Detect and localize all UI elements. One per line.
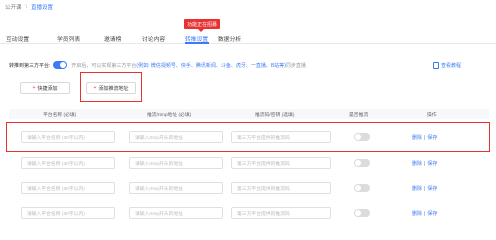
row-actions: 删除 | 保存 [412, 160, 437, 167]
save-link[interactable]: 保存 [427, 211, 437, 217]
stream-key-input[interactable]: 第三方平台提供的推流码 [231, 157, 331, 169]
action-divider: | [424, 161, 426, 167]
delete-link[interactable]: 删除 [412, 186, 422, 192]
table-header: 平台名称 (必填) 推流/rtmp地址 (必填) 推流码/密钥 (选填) 是否推… [9, 109, 489, 119]
stream-key-input[interactable]: 第三方平台提供的推流码 [231, 182, 331, 194]
rtmp-address-input[interactable]: 请输入rtmp开头的地址 [129, 207, 223, 219]
tab-discussion[interactable]: 讨论内容 [142, 34, 165, 43]
quick-add-button[interactable]: + 快捷添加 [20, 82, 70, 94]
delete-link[interactable]: 删除 [412, 211, 422, 217]
tab-interaction[interactable]: 互动设置 [6, 34, 29, 43]
delete-link[interactable]: 删除 [412, 161, 422, 167]
table-row: 请输入平台名称 (30字以内) 请输入rtmp开头的地址 第三方平台提供的推流码… [9, 152, 489, 174]
platform-name-input[interactable]: 请输入平台名称 (30字以内) [21, 157, 115, 169]
save-link[interactable]: 保存 [427, 161, 437, 167]
stream-key-input[interactable]: 第三方平台提供的推流码 [231, 207, 331, 219]
table-row: 请输入平台名称 (30字以内) 请输入rtmp开头的地址 第三方平台提供的推流码… [9, 177, 489, 199]
active-tab-indicator [185, 42, 209, 44]
push-toggle[interactable] [354, 159, 370, 167]
header-stream-key: 推流码/密钥 (选填) [255, 113, 295, 118]
restream-platform-list: (例如: 微信视频号、快手、腾讯新闻、斗鱼、虎牙、一直播、B站等) [136, 62, 286, 69]
restream-hint-prefix: 开启后，可以实现第三方平台 [71, 62, 137, 69]
view-tutorial-link[interactable]: 查看教程 [433, 61, 462, 69]
platform-name-input[interactable]: 请输入平台名称 (30字以内) [21, 182, 115, 194]
restream-label: 转推到第三方平台: [9, 62, 51, 69]
row-actions: 删除 | 保存 [412, 185, 437, 192]
table-row: 请输入平台名称 (30字以内) 请输入rtmp开头的地址 第三方平台提供的推流码… [9, 202, 489, 224]
breadcrumb-separator: \ [25, 4, 28, 10]
header-push-status: 是否推流 [349, 113, 369, 118]
platform-name-input[interactable]: 请输入平台名称 (30字以内) [21, 207, 115, 219]
action-divider: | [424, 186, 426, 192]
document-icon [433, 61, 439, 69]
recruiting-badge: 功能正在招募 [184, 19, 220, 32]
save-link[interactable]: 保存 [427, 186, 437, 192]
quick-add-label: 快捷添加 [37, 85, 58, 92]
breadcrumb: 公开课 \ 直播设置 [5, 2, 53, 12]
row-actions: 删除 | 保存 [412, 210, 437, 217]
header-platform-name: 平台名称 (必填) [43, 113, 77, 118]
push-toggle[interactable] [354, 184, 370, 192]
breadcrumb-item-live-settings[interactable]: 直播设置 [31, 3, 53, 11]
restream-hint: 开启后，可以实现第三方平台(例如: 微信视频号、快手、腾讯新闻、斗鱼、虎牙、一直… [71, 62, 305, 69]
restream-option-row: 转推到第三方平台: 开启后，可以实现第三方平台(例如: 微信视频号、快手、腾讯新… [9, 59, 489, 71]
restream-hint-suffix: 同步直播 [285, 62, 306, 69]
action-divider: | [424, 211, 426, 217]
annotation-highlight-row [6, 122, 490, 152]
header-actions: 操作 [427, 113, 437, 118]
tab-bar: 互动设置 学员列表 邀请榜 讨论内容 转推设置 数据分析 [0, 26, 496, 44]
header-rtmp-address: 推流/rtmp地址 (必填) [147, 113, 192, 118]
restream-toggle[interactable] [53, 61, 68, 69]
breadcrumb-item-course[interactable]: 公开课 [5, 3, 22, 11]
annotation-highlight-button [80, 72, 142, 102]
rtmp-address-input[interactable]: 请输入rtmp开头的地址 [129, 157, 223, 169]
tab-students[interactable]: 学员列表 [57, 34, 80, 43]
tab-analytics[interactable]: 数据分析 [218, 34, 241, 43]
tab-invite-rank[interactable]: 邀请榜 [104, 34, 121, 43]
plus-icon: + [32, 85, 36, 91]
rtmp-address-input[interactable]: 请输入rtmp开头的地址 [129, 182, 223, 194]
push-toggle[interactable] [354, 209, 370, 217]
view-tutorial-label: 查看教程 [441, 62, 462, 69]
